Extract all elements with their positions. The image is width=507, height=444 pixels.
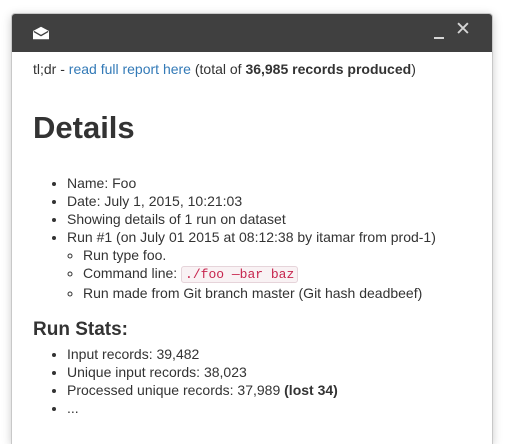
- summary-line: tl;dr - read full report here (total of …: [33, 60, 471, 78]
- stat-input-records: Input records: 39,482: [67, 345, 471, 363]
- run-git-branch: Run made from Git branch master (Git has…: [83, 284, 471, 302]
- stat-unique-records: Unique input records: 38,023: [67, 363, 471, 381]
- detail-runs-shown: Showing details of 1 run on dataset: [67, 210, 471, 228]
- run-type: Run type foo.: [83, 246, 471, 264]
- full-report-link[interactable]: read full report here: [69, 61, 191, 77]
- summary-suffix: ): [411, 61, 416, 77]
- minimize-button[interactable]: [432, 25, 446, 41]
- run-stats-list: Input records: 39,482 Unique input recor…: [33, 345, 471, 417]
- run-command-line: Command line: ./foo —bar baz: [83, 264, 471, 284]
- summary-middle: (total of: [190, 61, 246, 77]
- details-heading: Details: [33, 110, 135, 145]
- detail-run-1: Run #1 (on July 01 2015 at 08:12:38 by i…: [67, 228, 471, 302]
- command-code: ./foo —bar baz: [181, 266, 299, 283]
- details-list: Name: Foo Date: July 1, 2015, 10:21:03 S…: [33, 174, 471, 302]
- run-1-sublist: Run type foo. Command line: ./foo —bar b…: [67, 246, 471, 302]
- detail-date: Date: July 1, 2015, 10:21:03: [67, 192, 471, 210]
- run-1-label: Run #1 (on July 01 2015 at 08:12:38 by i…: [67, 229, 436, 245]
- stat-processed-records: Processed unique records: 37,989 (lost 3…: [67, 381, 471, 399]
- mail-window: ✕ tl;dr - read full report here (total o…: [12, 14, 492, 444]
- summary-prefix: tl;dr -: [33, 61, 69, 77]
- report-content: tl;dr - read full report here (total of …: [12, 52, 492, 417]
- processed-label: Processed unique records: 37,989: [67, 382, 285, 398]
- summary-records-count: 36,985 records produced: [245, 61, 412, 77]
- close-button[interactable]: ✕: [455, 20, 471, 40]
- command-line-label: Command line:: [83, 265, 182, 281]
- run-stats-heading: Run Stats:: [33, 319, 128, 340]
- lost-count: (lost 34): [284, 382, 338, 398]
- stat-more: ...: [67, 399, 471, 417]
- window-titlebar: ✕: [12, 14, 492, 52]
- envelope-open-icon: [33, 26, 49, 40]
- detail-name: Name: Foo: [67, 174, 471, 192]
